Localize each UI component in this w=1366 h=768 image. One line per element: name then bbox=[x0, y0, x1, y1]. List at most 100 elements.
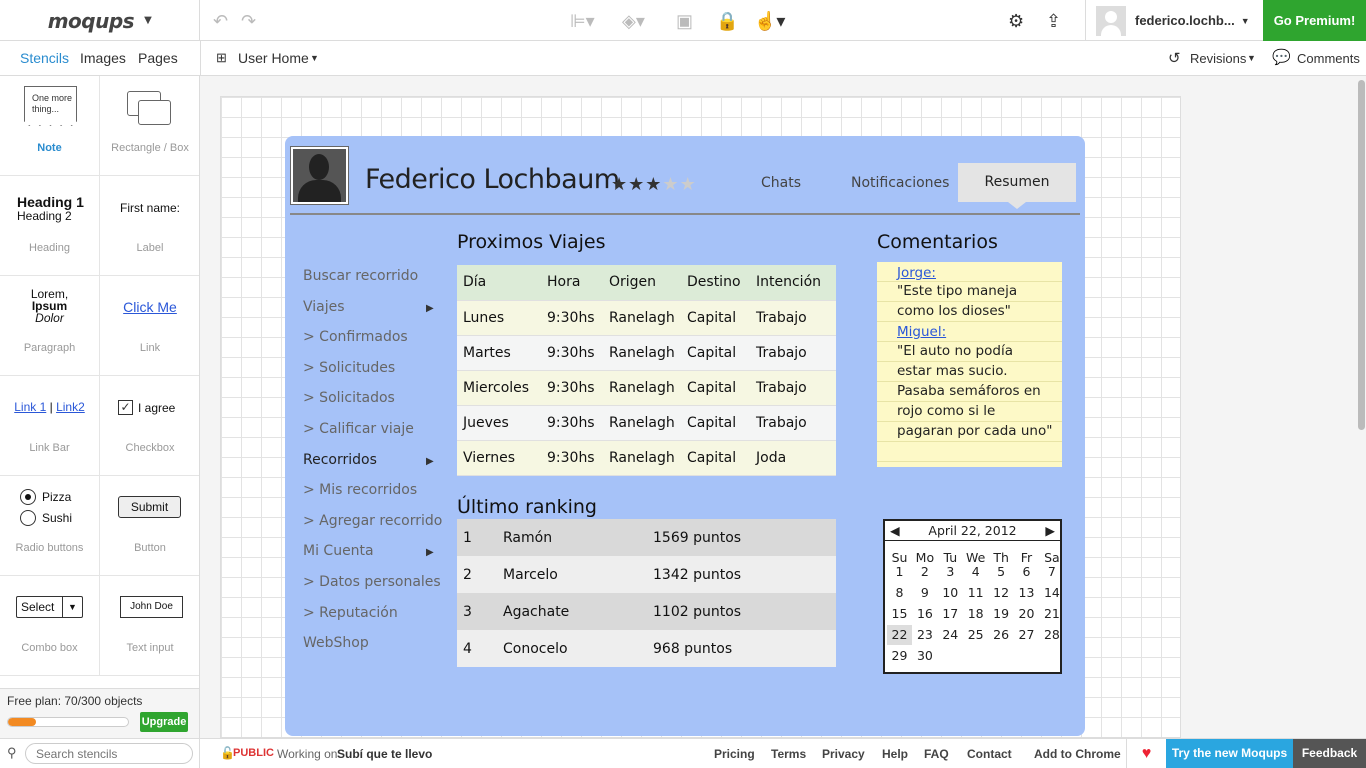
nav-expand-arrow-icon[interactable]: ▶ bbox=[426, 547, 434, 558]
table-row[interactable]: Viernes 9:30hs Ranelagh Capital Joda bbox=[457, 440, 836, 476]
tab-images[interactable]: Images bbox=[80, 50, 126, 66]
mockup-frame[interactable]: Federico Lochbaum ★★★★★ Chats Notificaci… bbox=[285, 136, 1085, 736]
calendar-day[interactable]: 22 bbox=[887, 625, 912, 645]
calendar-day[interactable]: 28 bbox=[1039, 625, 1064, 645]
nav-item[interactable]: > Reputación bbox=[303, 605, 398, 621]
settings-gear-icon[interactable]: ⚙ bbox=[1008, 11, 1024, 32]
nav-item[interactable]: Buscar recorrido bbox=[303, 268, 418, 284]
calendar-day[interactable]: 24 bbox=[938, 625, 963, 645]
nav-item[interactable]: > Calificar viaje bbox=[303, 421, 414, 437]
calendar-day[interactable]: 7 bbox=[1039, 562, 1064, 582]
stencil-text-input[interactable]: John Doe Text input bbox=[100, 576, 199, 676]
group-icon[interactable]: ▣ bbox=[676, 11, 693, 32]
calendar-day[interactable]: 4 bbox=[963, 562, 988, 582]
calendar-next-icon[interactable]: ▶ bbox=[1045, 523, 1055, 538]
calendar-day[interactable]: 1 bbox=[887, 562, 912, 582]
stencil-rectangle[interactable]: Rectangle / Box bbox=[100, 76, 199, 176]
table-row[interactable]: Jueves 9:30hs Ranelagh Capital Trabajo bbox=[457, 405, 836, 441]
footer-link-help[interactable]: Help bbox=[882, 747, 908, 761]
nav-expand-arrow-icon[interactable]: ▶ bbox=[426, 303, 434, 314]
user-menu[interactable]: federico.lochb... ▼ bbox=[1085, 0, 1263, 41]
nav-item[interactable]: > Confirmados bbox=[303, 329, 408, 345]
go-premium-button[interactable]: Go Premium! bbox=[1263, 0, 1366, 41]
nav-item[interactable]: > Solicitudes bbox=[303, 360, 395, 376]
search-input[interactable] bbox=[25, 743, 193, 764]
calendar-day[interactable]: 13 bbox=[1014, 583, 1039, 603]
heart-icon[interactable]: ♥ bbox=[1126, 739, 1166, 768]
calendar-day[interactable]: 6 bbox=[1014, 562, 1039, 582]
calendar-day[interactable]: 2 bbox=[912, 562, 937, 582]
comments-button[interactable]: Comments bbox=[1297, 51, 1360, 66]
calendar-day[interactable]: 14 bbox=[1039, 583, 1064, 603]
footer-link-faq[interactable]: FAQ bbox=[924, 747, 949, 761]
share-export-icon[interactable]: ⇪ bbox=[1046, 11, 1061, 32]
calendar-day[interactable]: 8 bbox=[887, 583, 912, 603]
stencil-note[interactable]: One more thing... Note bbox=[0, 76, 100, 176]
stencil-checkbox[interactable]: ✓ I agree Checkbox bbox=[100, 376, 199, 476]
calendar-day[interactable]: 20 bbox=[1014, 604, 1039, 624]
calendar[interactable]: ◀ April 22, 2012 ▶ Su Mo Tu We Th Fr Sa 1 2 3 4 5 6 7… bbox=[883, 519, 1062, 674]
footer-link-add-to-chrome[interactable]: Add to Chrome bbox=[1034, 747, 1121, 761]
calendar-day[interactable]: 15 bbox=[887, 604, 912, 624]
footer-link-privacy[interactable]: Privacy bbox=[822, 747, 865, 761]
stencil-button[interactable]: Submit Button bbox=[100, 476, 199, 576]
nav-item[interactable]: > Agregar recorrido bbox=[303, 513, 442, 529]
nav-expand-arrow-icon[interactable]: ▶ bbox=[426, 456, 434, 467]
revisions-chevron-icon[interactable]: ▼ bbox=[1247, 53, 1256, 63]
align-icon[interactable]: ⊫▾ bbox=[570, 11, 595, 32]
tab-notificaciones[interactable]: Notificaciones bbox=[851, 175, 949, 191]
ranking-row[interactable]: 3 Agachate 1102 puntos bbox=[457, 593, 836, 630]
layers-icon[interactable]: ◈▾ bbox=[622, 11, 645, 32]
try-new-moqups-button[interactable]: Try the new Moqups bbox=[1166, 739, 1293, 768]
nav-item[interactable]: Viajes bbox=[303, 299, 345, 315]
stencil-radio-buttons[interactable]: Pizza Sushi Radio buttons bbox=[0, 476, 100, 576]
app-logo[interactable]: moqups ▼ bbox=[0, 0, 200, 41]
calendar-day[interactable]: 26 bbox=[989, 625, 1014, 645]
nav-item[interactable]: > Mis recorridos bbox=[303, 482, 417, 498]
calendar-day[interactable]: 19 bbox=[989, 604, 1014, 624]
stencil-link[interactable]: Click Me Link bbox=[100, 276, 199, 376]
scrollbar-thumb[interactable] bbox=[1358, 80, 1365, 430]
table-row[interactable]: Martes 9:30hs Ranelagh Capital Trabajo bbox=[457, 335, 836, 371]
stencil-link-bar[interactable]: Link 1 | Link2 Link Bar bbox=[0, 376, 100, 476]
undo-icon[interactable]: ↶ bbox=[213, 11, 228, 32]
nav-item[interactable]: > Datos personales bbox=[303, 574, 441, 590]
tab-pages[interactable]: Pages bbox=[138, 50, 178, 66]
calendar-day[interactable]: 3 bbox=[938, 562, 963, 582]
revisions-button[interactable]: Revisions bbox=[1190, 51, 1246, 66]
nav-item[interactable]: Mi Cuenta bbox=[303, 543, 374, 559]
feedback-button[interactable]: Feedback bbox=[1293, 739, 1366, 768]
table-row[interactable]: Miercoles 9:30hs Ranelagh Capital Trabajo bbox=[457, 370, 836, 406]
tab-stencils[interactable]: Stencils bbox=[20, 50, 69, 66]
stencil-paragraph[interactable]: Lorem, Ipsum Dolor Paragraph bbox=[0, 276, 100, 376]
ranking-row[interactable]: 4 Conocelo 968 puntos bbox=[457, 630, 836, 667]
calendar-day[interactable]: 18 bbox=[963, 604, 988, 624]
calendar-day[interactable]: 11 bbox=[963, 583, 988, 603]
ranking-row[interactable]: 2 Marcelo 1342 puntos bbox=[457, 556, 836, 593]
nav-item[interactable]: > Solicitados bbox=[303, 390, 395, 406]
calendar-day[interactable]: 27 bbox=[1014, 625, 1039, 645]
upgrade-button[interactable]: Upgrade bbox=[140, 712, 188, 732]
canvas-scrollbar[interactable] bbox=[1357, 76, 1366, 738]
calendar-prev-icon[interactable]: ◀ bbox=[890, 523, 900, 538]
stencil-label[interactable]: First name: Label bbox=[100, 176, 199, 276]
tab-resumen[interactable]: Resumen bbox=[958, 163, 1076, 209]
profile-photo[interactable] bbox=[290, 146, 349, 205]
calendar-day[interactable]: 17 bbox=[938, 604, 963, 624]
calendar-day[interactable]: 12 bbox=[989, 583, 1014, 603]
ranking-row[interactable]: 1 Ramón 1569 puntos bbox=[457, 519, 836, 556]
nav-item[interactable]: Recorridos bbox=[303, 452, 377, 468]
footer-link-terms[interactable]: Terms bbox=[771, 747, 806, 761]
stencil-combo-box[interactable]: Select ▼ Combo box bbox=[0, 576, 100, 676]
table-row[interactable]: Lunes 9:30hs Ranelagh Capital Trabajo bbox=[457, 300, 836, 336]
lock-icon[interactable]: 🔒 bbox=[716, 11, 738, 32]
comment-author-link[interactable]: Jorge: bbox=[897, 265, 936, 281]
tab-chats[interactable]: Chats bbox=[761, 175, 801, 191]
comment-author-link[interactable]: Miguel: bbox=[897, 324, 946, 340]
page-selector-chevron-icon[interactable]: ▼ bbox=[310, 53, 319, 63]
redo-icon[interactable]: ↷ bbox=[241, 11, 256, 32]
calendar-day[interactable]: 5 bbox=[989, 562, 1014, 582]
calendar-day[interactable]: 29 bbox=[887, 646, 912, 666]
public-badge[interactable]: PUBLIC bbox=[233, 747, 274, 759]
calendar-day[interactable]: 21 bbox=[1039, 604, 1064, 624]
